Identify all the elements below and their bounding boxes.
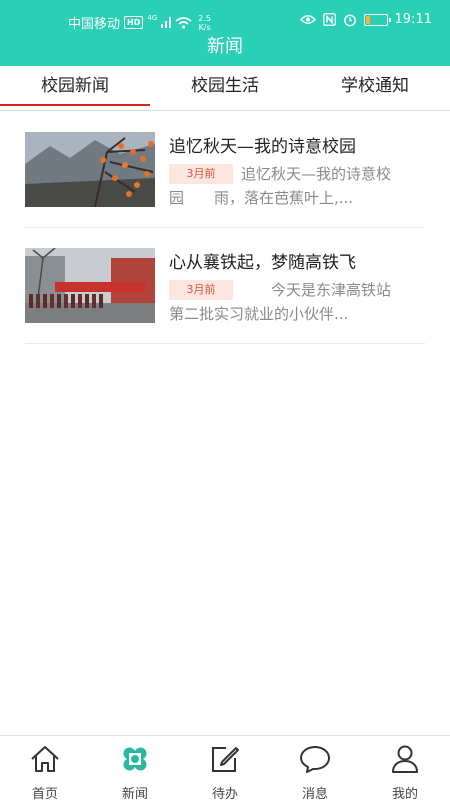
news-title[interactable]: 心从襄铁起，梦随高铁飞 bbox=[169, 248, 425, 273]
page-title: 新闻 bbox=[207, 36, 243, 57]
nav-label: 我的 bbox=[391, 787, 418, 800]
eye-icon bbox=[299, 15, 316, 24]
signal-icon bbox=[161, 17, 172, 28]
battery-icon bbox=[363, 13, 391, 26]
nav-item-todo[interactable]: 待办 bbox=[180, 736, 270, 800]
nav-item-home[interactable]: 首页 bbox=[0, 736, 90, 800]
news-title[interactable]: 追忆秋天—我的诗意校园 bbox=[169, 132, 425, 157]
news-summary: 3月前 今天是东津高铁站第二批实习就业的小伙伴... bbox=[169, 278, 401, 326]
news-thumbnail[interactable] bbox=[25, 248, 155, 323]
app-header: 中国移动 HD 4G 2.5 K/s 19:11 新闻 bbox=[0, 0, 450, 66]
nav-label: 首页 bbox=[31, 787, 58, 800]
nav-label: 消息 bbox=[301, 787, 328, 800]
news-list: 追忆秋天—我的诗意校园 3月前 追忆秋天—我的诗意校园 雨，落在芭蕉叶上,... … bbox=[25, 112, 425, 344]
speed-value: 2.5 bbox=[198, 13, 211, 23]
nav-item-profile[interactable]: 我的 bbox=[360, 736, 450, 800]
carrier-name: 中国移动 bbox=[68, 17, 121, 32]
time-badge: 3月前 bbox=[169, 280, 233, 300]
news-summary: 3月前 追忆秋天—我的诗意校园 雨，落在芭蕉叶上,... bbox=[169, 162, 401, 210]
clock-time: 19:11 bbox=[394, 12, 432, 27]
news-item[interactable]: 心从襄铁起，梦随高铁飞 3月前 今天是东津高铁站第二批实习就业的小伙伴... bbox=[25, 228, 425, 344]
network-speed: 2.5 K/s bbox=[198, 14, 211, 32]
hd-badge: HD bbox=[124, 16, 144, 29]
news-item[interactable]: 追忆秋天—我的诗意校园 3月前 追忆秋天—我的诗意校园 雨，落在芭蕉叶上,... bbox=[25, 112, 425, 228]
nav-item-messages[interactable]: 消息 bbox=[270, 736, 360, 800]
news-clover-icon bbox=[123, 747, 147, 771]
tab-campus-life[interactable]: 校园生活 bbox=[150, 66, 300, 110]
nav-item-news[interactable]: 新闻 bbox=[90, 736, 180, 800]
edit-icon bbox=[212, 747, 239, 772]
nav-label: 新闻 bbox=[121, 787, 148, 800]
wifi-icon bbox=[175, 16, 192, 29]
category-tabs: 校园新闻 校园生活 学校通知 bbox=[0, 66, 450, 111]
time-badge: 3月前 bbox=[169, 164, 233, 184]
battery-level bbox=[365, 15, 370, 24]
user-icon bbox=[392, 745, 418, 773]
home-icon bbox=[31, 746, 59, 772]
tab-school-notice[interactable]: 学校通知 bbox=[300, 66, 450, 110]
status-bar-right: 19:11 bbox=[299, 12, 432, 27]
network-type: 4G bbox=[147, 14, 158, 22]
alarm-icon bbox=[343, 14, 356, 26]
news-thumbnail[interactable] bbox=[25, 132, 155, 207]
speed-unit: K/s bbox=[198, 22, 211, 32]
message-bubble-icon bbox=[300, 746, 330, 773]
status-bar-left: 中国移动 HD 4G 2.5 K/s bbox=[68, 13, 211, 33]
tab-campus-news[interactable]: 校园新闻 bbox=[0, 66, 150, 110]
nfc-icon bbox=[322, 13, 336, 26]
bottom-nav: 首页 新闻 待办 消息 我的 bbox=[0, 735, 450, 800]
nav-label: 待办 bbox=[211, 787, 238, 800]
